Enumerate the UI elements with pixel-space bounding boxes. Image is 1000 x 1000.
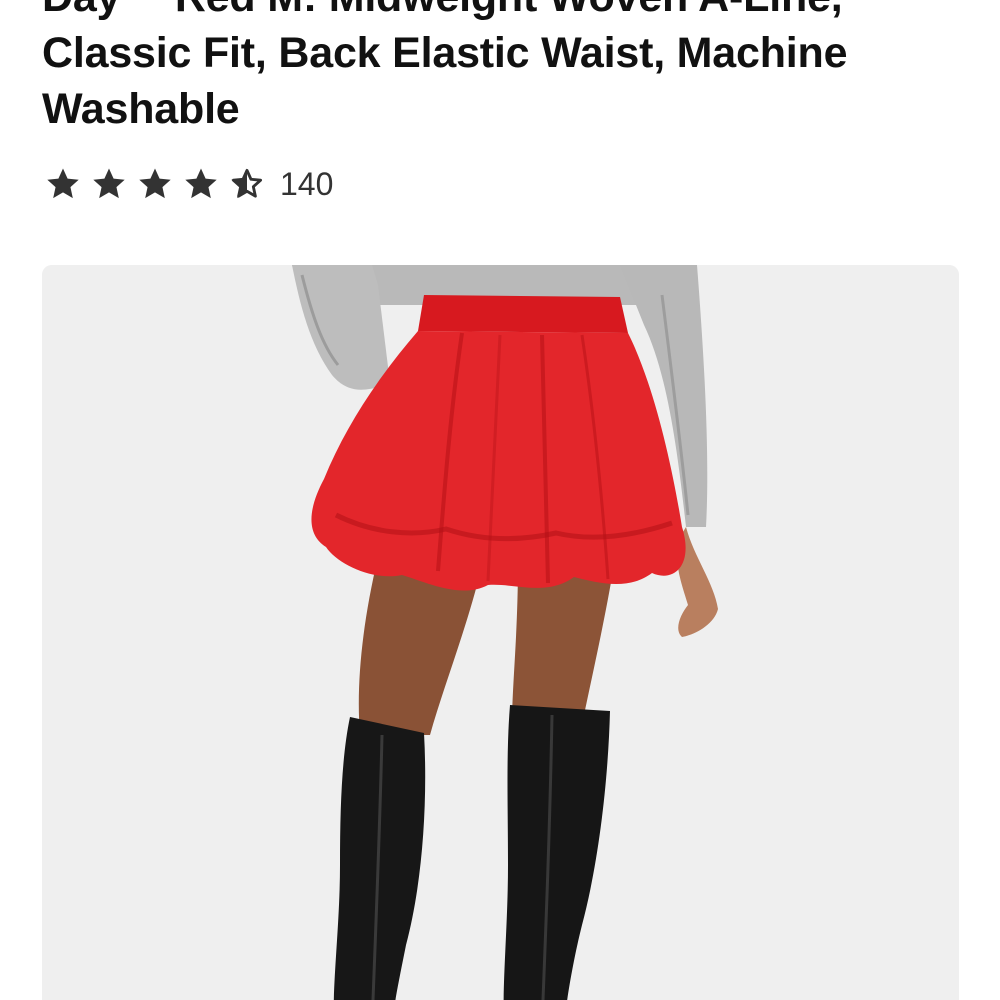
product-title-line-2: Classic Fit, Back Elastic Waist, Machine bbox=[42, 29, 848, 77]
product-title: Day™ Red M: Midweight Woven A-Line, Clas… bbox=[42, 0, 972, 137]
product-image[interactable] bbox=[42, 265, 959, 1000]
star-full-icon bbox=[44, 165, 82, 203]
rating-stars bbox=[44, 165, 274, 203]
star-full-icon bbox=[136, 165, 174, 203]
star-half-icon bbox=[228, 165, 266, 203]
product-title-line-3: Washable bbox=[42, 85, 240, 133]
product-photo-red-bubble-skirt bbox=[42, 265, 959, 1000]
review-count: 140 bbox=[280, 166, 334, 202]
star-full-icon bbox=[182, 165, 220, 203]
star-full-icon bbox=[90, 165, 128, 203]
product-page: Day™ Red M: Midweight Woven A-Line, Clas… bbox=[0, 0, 1000, 1000]
product-title-line-1: Day™ Red M: Midweight Woven A-Line, bbox=[42, 0, 972, 25]
rating-summary[interactable]: 140 bbox=[44, 164, 333, 204]
